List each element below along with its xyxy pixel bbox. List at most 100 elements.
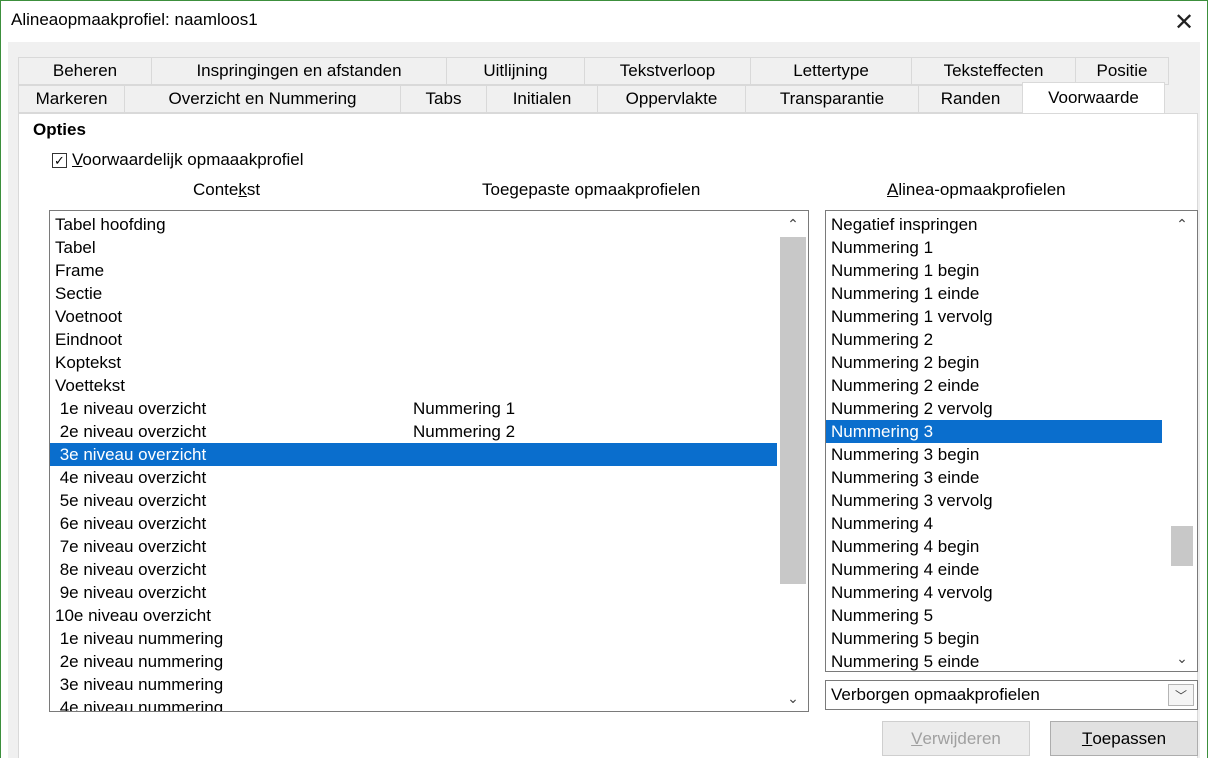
scroll-thumb[interactable] bbox=[1171, 526, 1193, 566]
context-list-item[interactable]: Voetnoot bbox=[50, 305, 777, 328]
tab-randen[interactable]: Randen bbox=[918, 85, 1022, 113]
paragraph-style-label: Nummering 1 begin bbox=[831, 261, 980, 280]
context-list-item[interactable]: 4e niveau overzicht bbox=[50, 466, 777, 489]
tab-inspringingen-en-afstanden[interactable]: Inspringingen en afstanden bbox=[151, 57, 446, 85]
paragraph-style-item[interactable]: Nummering 5 einde bbox=[826, 650, 1162, 671]
context-list-item[interactable]: 6e niveau overzicht bbox=[50, 512, 777, 535]
tab-row-2: Markeren Overzicht en Nummering Tabs Initia… bbox=[18, 82, 1165, 113]
applied-styles-column-header: Toegepaste opmaakprofielen bbox=[482, 180, 701, 199]
tab-lettertype[interactable]: Lettertype bbox=[750, 57, 911, 85]
context-label: Voetnoot bbox=[55, 307, 123, 326]
context-label: 10e niveau overzicht bbox=[55, 606, 211, 625]
tab-tekstverloop[interactable]: Tekstverloop bbox=[584, 57, 750, 85]
scroll-thumb[interactable] bbox=[780, 237, 806, 584]
context-list-item[interactable]: 9e niveau overzicht bbox=[50, 581, 777, 604]
paragraph-style-item[interactable]: Nummering 4 einde bbox=[826, 558, 1162, 581]
tab-teksteffecten[interactable]: Teksteffecten bbox=[911, 57, 1075, 85]
conditional-style-option[interactable]: ✓ Voorwaardelijk opmaaakprofiel bbox=[52, 150, 304, 170]
scroll-up-icon[interactable]: ⌃ bbox=[778, 213, 808, 235]
context-label: 5e niveau overzicht bbox=[55, 491, 207, 510]
context-list-item[interactable]: 10e niveau overzicht bbox=[50, 604, 777, 627]
context-list-item[interactable]: 2e niveau overzicht Nummering 2 bbox=[50, 420, 777, 443]
scroll-down-icon[interactable]: ⌄ bbox=[1167, 647, 1197, 669]
styles-scrollbar[interactable]: ⌃ ⌄ bbox=[1167, 211, 1197, 671]
scroll-up-icon[interactable]: ⌃ bbox=[1167, 213, 1197, 235]
context-list-item[interactable]: 1e niveau overzicht Nummering 1 bbox=[50, 397, 777, 420]
paragraph-style-item[interactable]: Nummering 2 einde bbox=[826, 374, 1162, 397]
remove-button[interactable]: Verwijderen bbox=[882, 721, 1030, 756]
context-list-item[interactable]: Sectie bbox=[50, 282, 777, 305]
paragraph-style-item[interactable]: Nummering 3 begin bbox=[826, 443, 1162, 466]
context-list-item[interactable]: Tabel bbox=[50, 236, 777, 259]
paragraph-style-label: Nummering 5 einde bbox=[831, 652, 980, 671]
paragraph-style-label: Nummering 4 bbox=[831, 514, 934, 533]
conditional-style-checkbox[interactable]: ✓ bbox=[52, 152, 67, 168]
paragraph-style-label: Nummering 5 bbox=[831, 606, 934, 625]
paragraph-style-item[interactable]: Nummering 1 bbox=[826, 236, 1162, 259]
tab-transparantie[interactable]: Transparantie bbox=[745, 85, 918, 113]
scroll-down-icon[interactable]: ⌄ bbox=[778, 687, 808, 709]
context-scrollbar[interactable]: ⌃ ⌄ bbox=[778, 211, 808, 711]
context-list-item[interactable]: Koptekst bbox=[50, 351, 777, 374]
context-list-item[interactable]: 3e niveau nummering bbox=[50, 673, 777, 696]
tab-markeren[interactable]: Markeren bbox=[18, 85, 124, 113]
paragraph-style-label: Nummering 3 einde bbox=[831, 468, 980, 487]
tab-tabs[interactable]: Tabs bbox=[400, 85, 486, 113]
paragraph-style-item[interactable]: Nummering 2 vervolg bbox=[826, 397, 1162, 420]
paragraph-style-item[interactable]: Nummering 5 bbox=[826, 604, 1162, 627]
applied-style: Nummering 2 bbox=[413, 422, 516, 441]
close-button[interactable]: ✕ bbox=[1161, 1, 1207, 43]
context-label: 1e niveau overzicht bbox=[55, 399, 207, 418]
tab-voorwaarde[interactable]: Voorwaarde bbox=[1022, 82, 1165, 113]
chevron-down-icon[interactable]: ﹀ bbox=[1168, 684, 1194, 706]
context-list-item[interactable]: 5e niveau overzicht bbox=[50, 489, 777, 512]
context-list-item[interactable]: 4e niveau nummering bbox=[50, 696, 777, 711]
paragraph-style-label: Nummering 4 vervolg bbox=[831, 583, 993, 602]
paragraph-style-item[interactable]: Nummering 2 begin bbox=[826, 351, 1162, 374]
paragraph-styles-list[interactable]: Negatief inspringen Nummering 1 Nummering … bbox=[825, 210, 1198, 672]
context-list-item[interactable]: Eindnoot bbox=[50, 328, 777, 351]
context-column-header: Contekst bbox=[193, 180, 261, 199]
context-list-item[interactable]: 2e niveau nummering bbox=[50, 650, 777, 673]
context-label: Koptekst bbox=[55, 353, 122, 372]
context-label: 9e niveau overzicht bbox=[55, 583, 207, 602]
paragraph-style-item[interactable]: Negatief inspringen bbox=[826, 213, 1162, 236]
paragraph-style-label: Nummering 2 bbox=[831, 330, 934, 349]
context-list[interactable]: Tabel hoofding Tabel Frame Sectie Voetnoot Ei… bbox=[49, 210, 809, 712]
paragraph-style-item[interactable]: Nummering 4 bbox=[826, 512, 1162, 535]
context-label: Tabel bbox=[55, 238, 96, 257]
context-label: 8e niveau overzicht bbox=[55, 560, 207, 579]
paragraph-style-item[interactable]: Nummering 3 bbox=[826, 420, 1162, 443]
paragraph-style-item[interactable]: Nummering 1 begin bbox=[826, 259, 1162, 282]
paragraph-style-label: Nummering 1 einde bbox=[831, 284, 980, 303]
context-list-item[interactable]: Frame bbox=[50, 259, 777, 282]
tab-uitlijning[interactable]: Uitlijning bbox=[446, 57, 584, 85]
paragraph-style-item[interactable]: Nummering 3 einde bbox=[826, 466, 1162, 489]
apply-button[interactable]: Toepassen bbox=[1050, 721, 1198, 756]
paragraph-style-item[interactable]: Nummering 1 vervolg bbox=[826, 305, 1162, 328]
paragraph-style-item[interactable]: Nummering 5 begin bbox=[826, 627, 1162, 650]
window-title: Alineaopmaakprofiel: naamloos1 bbox=[11, 10, 258, 29]
style-filter-dropdown[interactable]: Verborgen opmaakprofielen ﹀ bbox=[825, 680, 1198, 710]
context-list-item[interactable]: 7e niveau overzicht bbox=[50, 535, 777, 558]
context-list-item[interactable]: 3e niveau overzicht bbox=[50, 443, 777, 466]
context-label: 2e niveau overzicht bbox=[55, 422, 207, 441]
context-label: 1e niveau nummering bbox=[55, 629, 224, 648]
paragraph-style-item[interactable]: Nummering 4 begin bbox=[826, 535, 1162, 558]
paragraph-style-item[interactable]: Nummering 4 vervolg bbox=[826, 581, 1162, 604]
paragraph-style-item[interactable]: Nummering 3 vervolg bbox=[826, 489, 1162, 512]
style-filter-value: Verborgen opmaakprofielen bbox=[831, 685, 1040, 704]
tab-positie[interactable]: Positie bbox=[1075, 57, 1169, 85]
paragraph-style-item[interactable]: Nummering 1 einde bbox=[826, 282, 1162, 305]
context-list-item[interactable]: 1e niveau nummering bbox=[50, 627, 777, 650]
context-list-item[interactable]: 8e niveau overzicht bbox=[50, 558, 777, 581]
tab-initialen[interactable]: Initialen bbox=[486, 85, 597, 113]
context-label: 3e niveau nummering bbox=[55, 675, 224, 694]
tab-overzicht-en-nummering[interactable]: Overzicht en Nummering bbox=[124, 85, 400, 113]
context-list-item[interactable]: Voettekst bbox=[50, 374, 777, 397]
paragraph-style-label: Nummering 2 einde bbox=[831, 376, 980, 395]
context-list-item[interactable]: Tabel hoofding bbox=[50, 213, 777, 236]
paragraph-style-item[interactable]: Nummering 2 bbox=[826, 328, 1162, 351]
tab-beheren[interactable]: Beheren bbox=[18, 57, 151, 85]
tab-oppervlakte[interactable]: Oppervlakte bbox=[597, 85, 745, 113]
